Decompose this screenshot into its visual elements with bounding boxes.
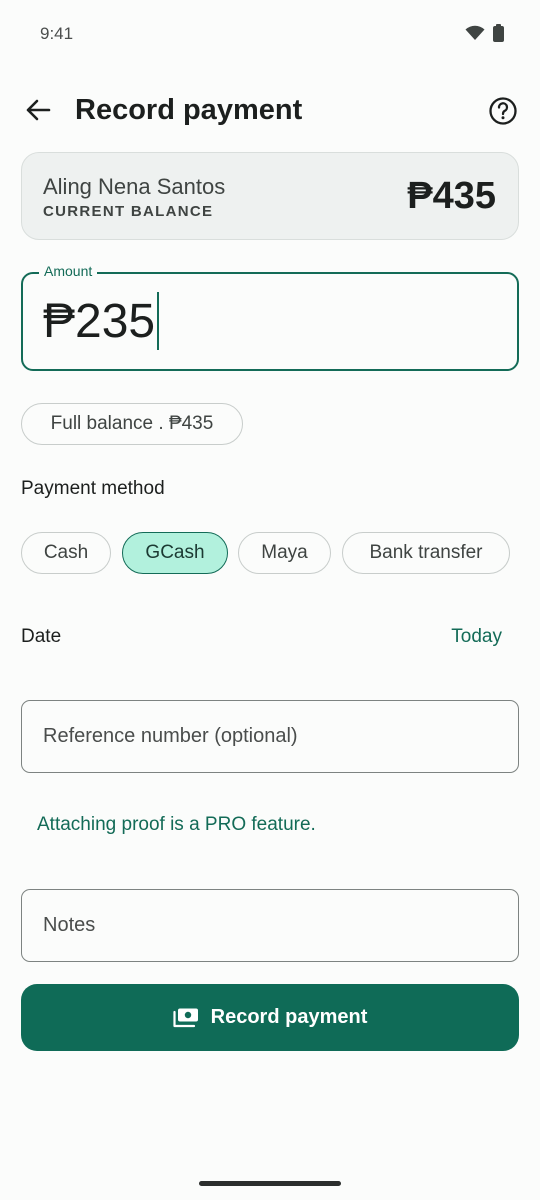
record-payment-button[interactable]: Record payment — [21, 984, 519, 1051]
status-time: 9:41 — [40, 24, 74, 43]
home-indicator[interactable] — [199, 1181, 341, 1186]
method-chip-cash[interactable]: Cash — [21, 532, 111, 574]
reference-number-field[interactable]: Reference number (optional) — [21, 700, 519, 773]
date-label: Date — [21, 626, 62, 647]
help-button[interactable] — [488, 96, 518, 126]
full-balance-chip[interactable]: Full balance . ₱435 — [21, 403, 243, 445]
method-chip-label: Bank transfer — [369, 542, 483, 563]
amount-label: Amount — [39, 263, 98, 279]
notes-placeholder: Notes — [43, 914, 96, 936]
method-chip-label: Cash — [43, 542, 89, 563]
method-chip-maya[interactable]: Maya — [238, 532, 331, 574]
balance-card: Aling Nena Santos CURRENT BALANCE ₱435 — [21, 152, 519, 240]
page-title: Record payment — [75, 94, 303, 126]
arrow-back-icon — [26, 99, 51, 121]
pro-feature-note: Attaching proof is a PRO feature. — [37, 814, 316, 835]
wifi-icon — [465, 25, 485, 40]
amount-input[interactable]: ₱235 — [43, 292, 160, 350]
payment-method-label: Payment method — [21, 478, 165, 499]
method-chip-label: GCash — [145, 542, 205, 563]
help-circle-icon — [489, 97, 517, 125]
app-bar: Record payment — [0, 80, 540, 142]
cash-icon — [173, 1008, 198, 1027]
status-bar: 9:41 — [0, 0, 540, 68]
record-payment-label: Record payment — [210, 1006, 368, 1028]
method-chip-gcash[interactable]: GCash — [122, 532, 228, 574]
date-picker[interactable]: Today — [451, 626, 502, 648]
amount-field[interactable]: Amount ₱235 — [21, 263, 519, 371]
balance-amount: ₱435 — [407, 175, 496, 217]
text-cursor — [157, 292, 160, 350]
customer-name: Aling Nena Santos — [43, 174, 226, 199]
full-balance-chip-label: Full balance . ₱435 — [50, 413, 214, 434]
battery-icon — [493, 24, 504, 42]
method-chip-label: Maya — [261, 542, 308, 563]
amount-value: ₱235 — [43, 294, 156, 348]
method-chip-bank-transfer[interactable]: Bank transfer — [342, 532, 510, 574]
notes-field[interactable]: Notes — [21, 889, 519, 962]
status-icons — [465, 24, 504, 42]
back-button[interactable] — [22, 94, 54, 126]
reference-number-placeholder: Reference number (optional) — [43, 725, 298, 747]
balance-caption: CURRENT BALANCE — [43, 203, 214, 220]
